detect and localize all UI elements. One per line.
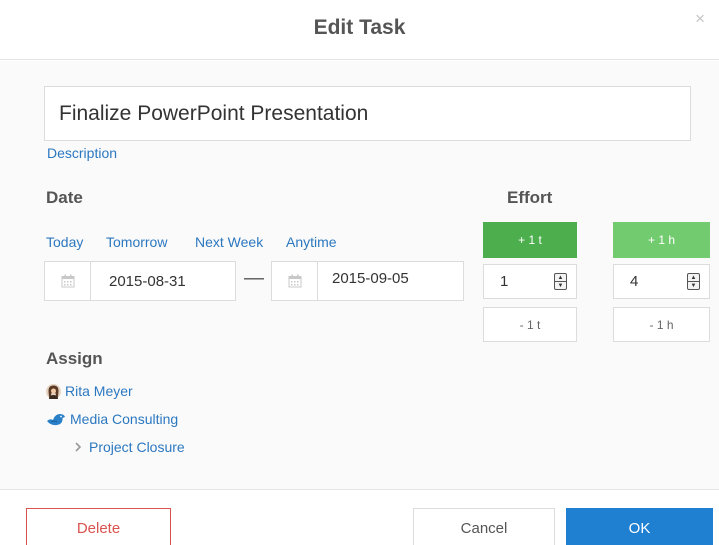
- ok-button[interactable]: OK: [566, 508, 713, 545]
- task-effort-value[interactable]: 1: [500, 273, 508, 290]
- calendar-icon[interactable]: [45, 262, 91, 300]
- date-option-today[interactable]: Today: [46, 234, 83, 250]
- description-link[interactable]: Description: [47, 145, 117, 161]
- organization-name[interactable]: Media Consulting: [70, 411, 178, 427]
- add-hour-effort-button[interactable]: + 1 h: [613, 222, 710, 258]
- date-heading: Date: [46, 188, 83, 207]
- date-option-next-week[interactable]: Next Week: [195, 234, 263, 250]
- footer-divider: [0, 489, 719, 490]
- assignee-item[interactable]: Rita Meyer: [46, 383, 133, 399]
- subtract-task-effort-button[interactable]: - 1 t: [483, 307, 577, 342]
- chevron-right-icon: [75, 442, 82, 452]
- spinner-arrows-icon[interactable]: ▲ ▼: [554, 273, 567, 290]
- project-item[interactable]: Project Closure: [75, 439, 185, 455]
- dialog-title: Edit Task: [313, 16, 406, 39]
- start-date-value[interactable]: 2015-08-31: [91, 262, 235, 300]
- task-effort-stepper[interactable]: 1 ▲ ▼: [483, 264, 577, 299]
- project-name[interactable]: Project Closure: [89, 439, 185, 455]
- date-option-anytime[interactable]: Anytime: [286, 234, 337, 250]
- task-name-input[interactable]: [44, 86, 691, 141]
- organization-item[interactable]: Media Consulting: [46, 411, 178, 427]
- cancel-button[interactable]: Cancel: [413, 508, 555, 545]
- dialog-body: Description Date Today Tomorrow Next Wee…: [0, 61, 719, 489]
- add-task-effort-button[interactable]: + 1 t: [483, 222, 577, 258]
- subtract-hour-effort-button[interactable]: - 1 h: [613, 307, 710, 342]
- end-date-value[interactable]: 2015-09-05: [318, 262, 463, 300]
- calendar-icon[interactable]: [272, 262, 318, 300]
- effort-heading: Effort: [507, 188, 553, 207]
- user-avatar-icon: [46, 383, 61, 399]
- dialog-header: Edit Task ×: [0, 0, 719, 60]
- start-date-field[interactable]: 2015-08-31: [44, 261, 236, 301]
- date-option-tomorrow[interactable]: Tomorrow: [106, 234, 167, 250]
- bird-logo-icon: [46, 411, 66, 427]
- spinner-arrows-icon[interactable]: ▲ ▼: [687, 273, 700, 290]
- assignee-name[interactable]: Rita Meyer: [65, 383, 133, 399]
- end-date-field[interactable]: 2015-09-05: [271, 261, 464, 301]
- hour-effort-value[interactable]: 4: [630, 273, 638, 290]
- date-range-separator: —: [244, 267, 264, 289]
- close-icon[interactable]: ×: [695, 9, 705, 29]
- assign-heading: Assign: [46, 349, 103, 368]
- hour-effort-stepper[interactable]: 4 ▲ ▼: [613, 264, 710, 299]
- delete-button[interactable]: Delete: [26, 508, 171, 545]
